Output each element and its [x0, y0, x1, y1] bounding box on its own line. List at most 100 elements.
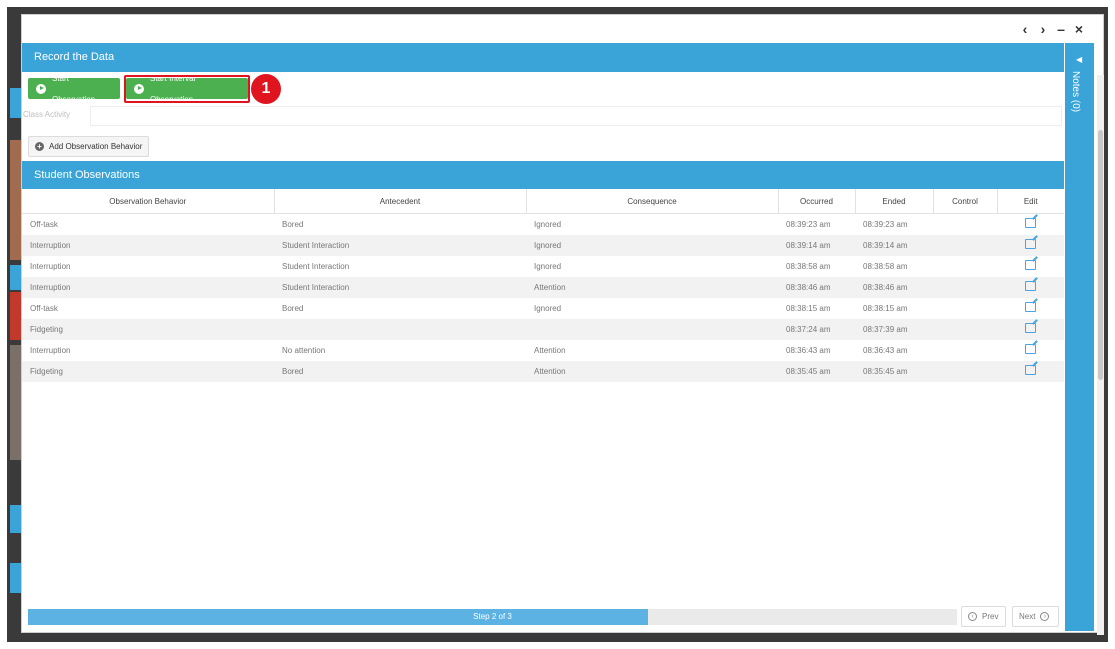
occurred-cell: 08:35:45 am [778, 360, 855, 382]
edit-icon[interactable] [1024, 344, 1036, 354]
table-row: Interruption Student Interaction Ignored… [22, 234, 1064, 256]
prev-button[interactable]: ‹ Prev [961, 606, 1006, 627]
column-header[interactable]: Control [933, 189, 998, 214]
table-row: Off-task Bored Ignored 08:39:23 am 08:39… [22, 214, 1064, 235]
column-header[interactable]: Antecedent [274, 189, 527, 214]
column-header[interactable]: Consequence [526, 189, 779, 214]
callout-highlight [124, 75, 250, 103]
edit-cell [997, 318, 1064, 340]
table-row: Interruption No attention Attention 08:3… [22, 340, 1064, 361]
consequence-cell: Attention [526, 360, 778, 382]
antecedent-cell [274, 318, 526, 340]
consequence-cell [526, 318, 778, 340]
play-icon [36, 83, 46, 94]
behavior-cell: Fidgeting [22, 318, 274, 340]
next-label: Next [1019, 612, 1036, 621]
column-header[interactable]: Occurred [778, 189, 856, 214]
occurred-cell: 08:38:15 am [786, 303, 831, 313]
occurred-cell: 08:37:24 am [778, 318, 855, 340]
edit-cell [997, 214, 1064, 235]
edit-cell [997, 360, 1064, 382]
class-activity-label: Class Activity [23, 110, 71, 119]
left-arrow-icon: ‹ [968, 612, 977, 621]
minimize-icon[interactable]: – [1055, 21, 1067, 37]
behavior-cell: Interruption [30, 345, 71, 355]
behavior-cell: Off-task [30, 303, 58, 313]
plus-icon: + [35, 142, 44, 151]
record-data-modal: ‹ › – × Record the Data Start Observatio… [21, 14, 1104, 635]
scrollbar-thumb[interactable] [1098, 130, 1103, 380]
antecedent-cell: Student Interaction [274, 276, 526, 298]
edit-icon[interactable] [1024, 302, 1036, 312]
control-cell [933, 360, 997, 382]
column-header[interactable]: Ended [855, 189, 934, 214]
background-strip [10, 505, 21, 533]
antecedent-cell: No attention [282, 345, 326, 355]
table-header-row: Observation Behavior Antecedent Conseque… [22, 189, 1064, 214]
table-row: Interruption Student Interaction Ignored… [22, 256, 1064, 277]
ended-cell: 08:36:43 am [863, 345, 908, 355]
occurred-cell: 08:39:23 am [786, 219, 831, 229]
antecedent-cell: Bored [282, 219, 304, 229]
consequence-cell: Ignored [534, 261, 562, 271]
consequence-cell: Ignored [526, 234, 778, 256]
start-observation-button[interactable]: Start Observation [28, 74, 120, 104]
chevron-left-icon[interactable]: ‹ [1019, 21, 1031, 37]
chevron-left-icon[interactable]: ◀ [1076, 55, 1082, 64]
edit-icon[interactable] [1024, 323, 1036, 333]
step-progress-bar: Step 2 of 3 [28, 609, 957, 625]
consequence-cell: Attention [526, 276, 778, 298]
behavior-cell: Interruption [22, 234, 274, 256]
ended-cell: 08:38:46 am [855, 276, 933, 298]
edit-icon[interactable] [1024, 239, 1036, 249]
notes-label: Notes (0) [1070, 71, 1081, 113]
background-strip [10, 292, 21, 340]
table-row: Fidgeting 08:37:24 am 08:37:39 am [22, 318, 1064, 340]
control-cell [933, 318, 997, 340]
student-observations-header: Student Observations [22, 161, 1064, 189]
ended-cell: 08:35:45 am [855, 360, 933, 382]
window-controls: ‹ › – × [1019, 21, 1085, 37]
edit-icon[interactable] [1024, 365, 1036, 375]
column-header: Edit [997, 189, 1064, 214]
behavior-cell: Off-task [30, 219, 58, 229]
control-cell [933, 234, 997, 256]
edit-cell [997, 276, 1064, 298]
edit-cell [997, 256, 1064, 277]
right-arrow-icon: › [1040, 612, 1050, 621]
consequence-cell: Attention [534, 345, 566, 355]
ended-cell: 08:39:14 am [855, 234, 933, 256]
prev-label: Prev [982, 612, 999, 621]
behavior-cell: Interruption [22, 276, 274, 298]
behavior-cell: Fidgeting [22, 360, 274, 382]
next-button[interactable]: Next › [1012, 606, 1059, 627]
chevron-right-icon[interactable]: › [1037, 21, 1049, 37]
occurred-cell: 08:38:58 am [786, 261, 831, 271]
column-header[interactable]: Observation Behavior [22, 189, 275, 214]
behavior-cell: Interruption [30, 261, 71, 271]
table-row: Interruption Student Interaction Attenti… [22, 276, 1064, 298]
background-strip [10, 345, 21, 460]
edit-icon[interactable] [1024, 218, 1036, 229]
notes-panel[interactable]: ◀ Notes (0) [1065, 43, 1094, 631]
edit-icon[interactable] [1024, 260, 1036, 270]
scrollbar[interactable] [1097, 75, 1104, 635]
antecedent-cell: Bored [274, 360, 526, 382]
ended-cell: 08:38:15 am [863, 303, 908, 313]
ended-cell: 08:37:39 am [855, 318, 933, 340]
edit-cell [997, 234, 1064, 256]
control-cell [933, 298, 997, 319]
progress-label: Step 2 of 3 [473, 612, 512, 621]
class-activity-input[interactable] [90, 106, 1062, 126]
antecedent-cell: Student Interaction [274, 234, 526, 256]
ended-cell: 08:39:23 am [863, 219, 908, 229]
callout-badge: 1 [251, 74, 281, 104]
add-observation-behavior-button[interactable]: + Add Observation Behavior [28, 136, 150, 157]
edit-icon[interactable] [1024, 281, 1036, 291]
occurred-cell: 08:38:46 am [778, 276, 855, 298]
antecedent-cell: Bored [282, 303, 304, 313]
antecedent-cell: Student Interaction [282, 261, 350, 271]
close-icon[interactable]: × [1073, 21, 1085, 37]
occurred-cell: 08:36:43 am [786, 345, 831, 355]
consequence-cell: Ignored [534, 219, 562, 229]
